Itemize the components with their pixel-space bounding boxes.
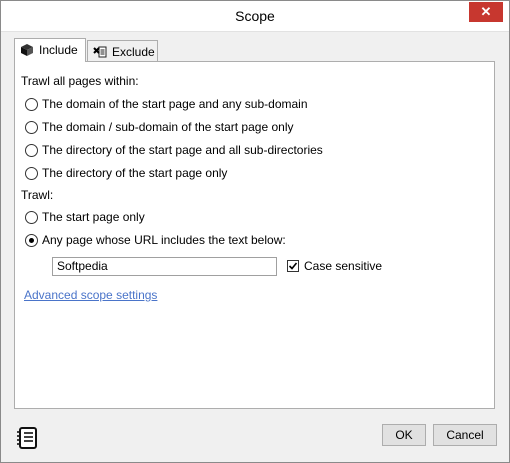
radio-label: The domain / sub-domain of the start pag… <box>42 120 294 134</box>
title-bar: Scope ✕ <box>1 1 509 32</box>
radio-button-checked[interactable] <box>25 234 38 247</box>
exclude-icon <box>93 46 107 58</box>
case-sensitive-checkbox[interactable] <box>287 260 299 272</box>
notepad-icon[interactable] <box>15 425 41 451</box>
radio-label: The directory of the start page and all … <box>42 143 323 157</box>
trawl-heading: Trawl: <box>21 188 54 202</box>
cancel-button[interactable]: Cancel <box>433 424 497 446</box>
radio-label: Any page whose URL includes the text bel… <box>42 233 286 247</box>
include-panel: Trawl all pages within: The domain of th… <box>14 61 495 409</box>
advanced-scope-settings-link[interactable]: Advanced scope settings <box>24 288 157 302</box>
radio-label: The directory of the start page only <box>42 166 228 180</box>
window-title: Scope <box>235 8 275 24</box>
url-text-input[interactable]: Softpedia <box>52 257 277 276</box>
radio-label: The start page only <box>42 210 145 224</box>
scope-dialog: Scope ✕ Include Exclude Trawl all pages … <box>0 0 510 463</box>
tab-include[interactable]: Include <box>14 38 86 62</box>
radio-button[interactable] <box>25 121 38 134</box>
tab-include-label: Include <box>39 43 78 57</box>
ok-button[interactable]: OK <box>382 424 426 446</box>
tab-exclude-label: Exclude <box>112 45 155 59</box>
close-icon: ✕ <box>480 4 492 19</box>
radio-button[interactable] <box>25 144 38 157</box>
trawl-within-heading: Trawl all pages within: <box>21 74 139 88</box>
radio-button[interactable] <box>25 167 38 180</box>
case-sensitive-label: Case sensitive <box>304 259 383 273</box>
radio-label: The domain of the start page and any sub… <box>42 97 308 111</box>
radio-button[interactable] <box>25 211 38 224</box>
checkmark-icon <box>288 262 298 270</box>
tab-exclude[interactable]: Exclude <box>87 40 158 62</box>
cube-icon <box>21 44 33 56</box>
radio-button[interactable] <box>25 98 38 111</box>
close-button[interactable]: ✕ <box>469 2 503 22</box>
